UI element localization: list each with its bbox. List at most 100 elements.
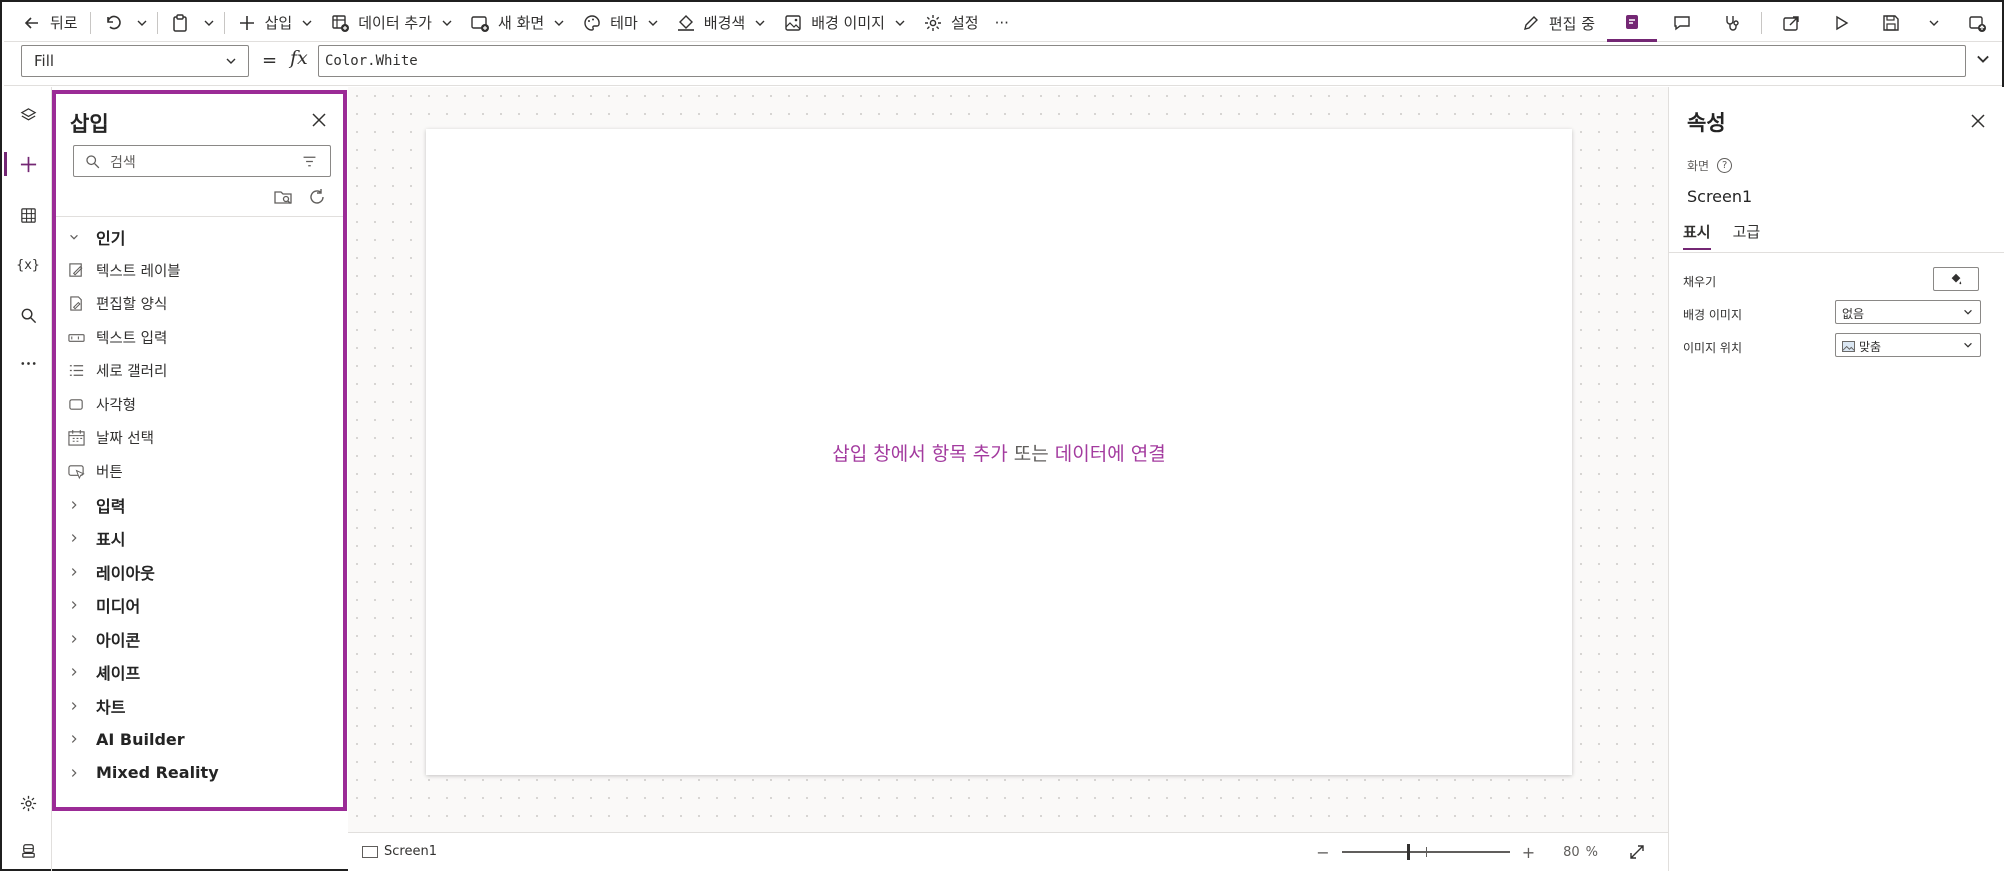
formula-bar: Fill = fx Color.White <box>4 42 2002 86</box>
insert-item-date-picker[interactable]: 날짜 선택 <box>56 421 343 455</box>
insert-item-text-input[interactable]: 텍스트 입력 <box>56 321 343 355</box>
group-label: 아이콘 <box>96 630 141 650</box>
editing-mode-button[interactable]: 편집 중 <box>1513 6 1603 40</box>
image-position-dropdown[interactable]: 맞춤 <box>1835 333 1981 357</box>
chevron-right-icon <box>68 666 96 678</box>
save-dropdown[interactable] <box>1916 4 1952 42</box>
variables-rail-button[interactable]: {x} <box>4 245 52 285</box>
more-button[interactable]: ··· <box>987 6 1017 40</box>
item-label: 텍스트 입력 <box>96 330 168 347</box>
zoom-slider-tick <box>1425 847 1427 857</box>
paste-button[interactable] <box>162 6 198 40</box>
fit-to-window-icon[interactable] <box>1628 843 1646 861</box>
equals-sign: = <box>262 50 278 71</box>
fill-label: 채우기 <box>1683 275 1717 289</box>
folder-search-icon[interactable] <box>273 187 293 207</box>
formula-input[interactable]: Color.White <box>318 45 1966 77</box>
group-input[interactable]: 입력 <box>56 488 343 522</box>
layers-icon <box>20 107 36 120</box>
insert-item-vertical-gallery[interactable]: 세로 갤러리 <box>56 354 343 388</box>
insert-item-edit-form[interactable]: 편집할 양식 <box>56 287 343 321</box>
search-icon <box>21 308 36 323</box>
paste-dropdown[interactable] <box>198 6 220 40</box>
tab-advanced[interactable]: 고급 <box>1733 221 1761 250</box>
group-display[interactable]: 표시 <box>56 522 343 556</box>
group-layout[interactable]: 레이아웃 <box>56 555 343 589</box>
property-selector[interactable]: Fill <box>21 45 249 77</box>
expand-formula-icon[interactable] <box>1974 50 1992 68</box>
refresh-icon[interactable] <box>307 187 327 207</box>
publish-icon <box>1969 16 1986 32</box>
zoom-slider-thumb[interactable] <box>1406 844 1410 860</box>
background-image-dropdown[interactable]: 없음 <box>1835 300 1981 324</box>
search-icon <box>86 155 100 169</box>
fx-icon: fx <box>290 47 308 69</box>
data-rail-button[interactable] <box>4 195 52 235</box>
group-icons[interactable]: 아이콘 <box>56 622 343 656</box>
close-icon[interactable] <box>1970 113 1986 129</box>
background-image-button[interactable]: 배경 이미지 <box>775 6 915 40</box>
back-button[interactable]: 뒤로 <box>4 6 86 40</box>
insert-item-text-label[interactable]: 텍스트 레이블 <box>56 254 343 288</box>
group-charts[interactable]: 차트 <box>56 689 343 723</box>
preview-button[interactable] <box>1816 4 1866 42</box>
insert-pane-link[interactable]: 삽입 창에서 항목 추가 <box>832 443 1007 465</box>
image-position-label: 이미지 위치 <box>1683 341 1743 355</box>
insert-rail-button[interactable] <box>4 144 52 184</box>
help-icon[interactable]: ? <box>1717 158 1733 173</box>
fill-color-picker[interactable] <box>1933 267 1979 291</box>
search-rail-button[interactable] <box>4 295 52 335</box>
group-popular[interactable]: 인기 <box>56 220 343 254</box>
tab-display[interactable]: 표시 <box>1683 221 1711 250</box>
variables-icon: {x} <box>16 257 40 273</box>
rectangle-icon <box>68 396 96 413</box>
insert-search-input[interactable]: 검색 <box>73 145 331 177</box>
tree-view-button[interactable] <box>4 95 52 135</box>
filter-icon[interactable] <box>301 153 318 170</box>
app-checker-button[interactable] <box>1707 4 1757 42</box>
settings-rail-button[interactable] <box>4 783 52 823</box>
save-button[interactable] <box>1866 4 1916 42</box>
background-color-button[interactable]: 배경색 <box>668 6 775 40</box>
group-shapes[interactable]: 셰이프 <box>56 656 343 690</box>
theme-label: 테마 <box>610 14 638 32</box>
zoom-out-button[interactable]: − <box>1316 843 1329 862</box>
control-name[interactable]: Screen1 <box>1687 187 1752 206</box>
virtual-agent-rail-button[interactable] <box>4 830 52 870</box>
chevron-right-icon <box>68 633 96 645</box>
chevron-down-icon <box>648 20 658 26</box>
settings-button[interactable]: 설정 <box>915 6 987 40</box>
theme-button[interactable]: 테마 <box>574 6 668 40</box>
screen-selector[interactable]: Screen1 <box>362 844 437 859</box>
item-label: 세로 갤러리 <box>96 364 168 381</box>
more-rail-button[interactable] <box>4 343 52 383</box>
undo-button[interactable] <box>95 6 131 40</box>
background-image-label: 배경 이미지 <box>811 14 885 32</box>
insert-item-rectangle[interactable]: 사각형 <box>56 388 343 422</box>
zoom-in-button[interactable]: + <box>1522 843 1535 862</box>
empty-screen-hint: 삽입 창에서 항목 추가 또는 데이터에 연결 <box>426 439 1572 466</box>
publish-button[interactable] <box>1952 4 2002 42</box>
group-mixed-reality[interactable]: Mixed Reality <box>56 756 343 790</box>
close-icon[interactable] <box>311 112 327 128</box>
share-button[interactable] <box>1766 4 1816 42</box>
new-screen-button[interactable]: 새 화면 <box>462 6 574 40</box>
insert-item-button[interactable]: 버튼 <box>56 455 343 489</box>
vertical-gallery-icon <box>68 362 96 379</box>
insert-menu-button[interactable]: 삽입 <box>229 6 323 40</box>
group-media[interactable]: 미디어 <box>56 589 343 623</box>
group-ai-builder[interactable]: AI Builder <box>56 723 343 757</box>
app-screen-canvas[interactable]: 삽입 창에서 항목 추가 또는 데이터에 연결 <box>426 129 1572 775</box>
item-label: 사각형 <box>96 397 137 414</box>
comments-button[interactable] <box>1657 4 1707 42</box>
canvas-status-bar: Screen1 − + 80 % <box>348 832 1668 871</box>
fill-row: 채우기 <box>1683 267 1993 293</box>
connect-data-link[interactable]: 데이터에 연결 <box>1055 443 1166 465</box>
undo-dropdown[interactable] <box>131 6 153 40</box>
paint-bucket-icon <box>677 14 694 31</box>
save-icon <box>1883 15 1899 31</box>
zoom-slider[interactable] <box>1341 842 1510 862</box>
add-data-button[interactable]: 데이터 추가 <box>322 6 462 40</box>
insert-pane-title: 삽입 <box>70 112 109 136</box>
copilot-button[interactable] <box>1607 4 1657 42</box>
